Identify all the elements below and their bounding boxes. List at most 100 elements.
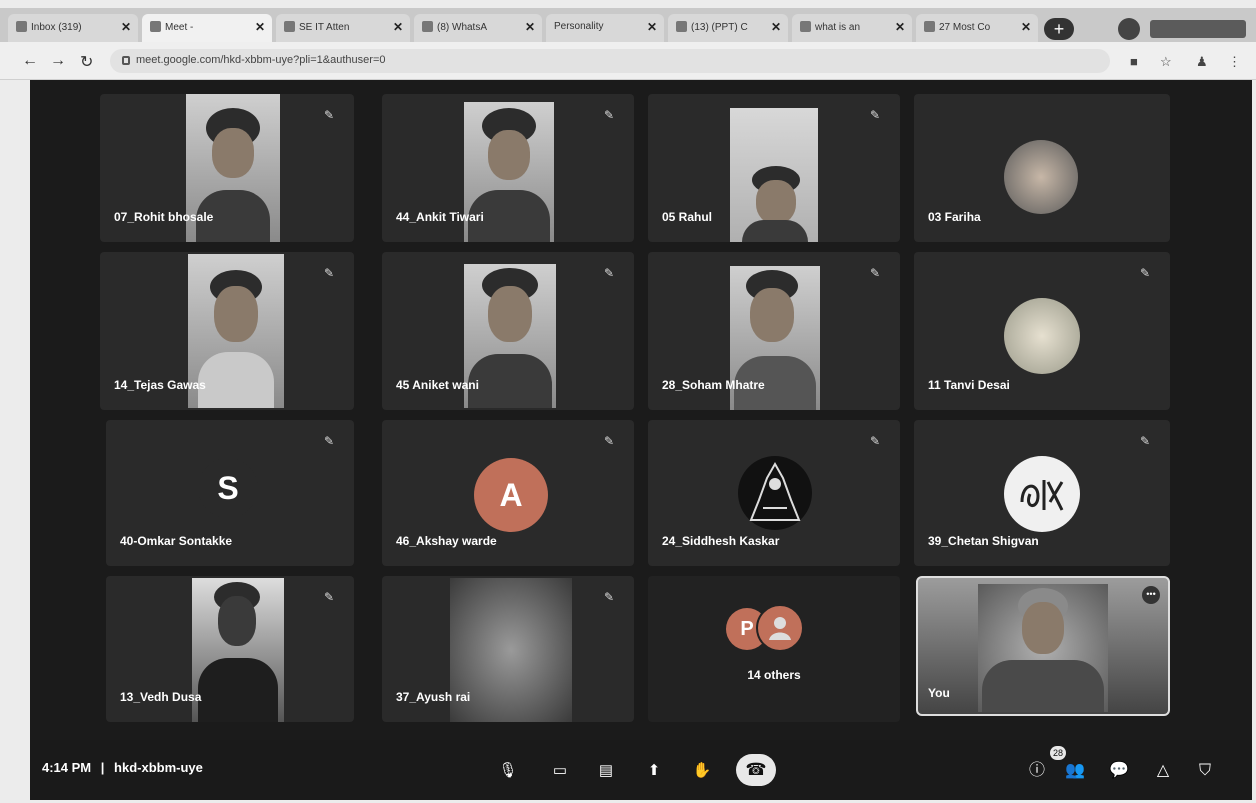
mic-off-icon: ✎ xyxy=(604,266,615,280)
logo-image xyxy=(1020,480,1064,511)
mic-off-icon: ✎ xyxy=(604,108,615,122)
tab-gmail[interactable]: Inbox (319) ✕ xyxy=(8,14,138,42)
others-label: 14 others xyxy=(747,668,801,682)
participant-video xyxy=(730,108,818,242)
participant-avatar xyxy=(738,456,812,530)
participant-name: 07_Rohit bhosale xyxy=(114,210,214,224)
forward-icon[interactable]: → xyxy=(50,52,66,70)
others-tile[interactable]: P 14 others xyxy=(648,576,900,722)
camera-icon[interactable]: ■ xyxy=(1130,54,1138,69)
tab-ppt[interactable]: (13) (PPT) C ✕ xyxy=(668,14,788,42)
close-tab-icon[interactable]: ✕ xyxy=(771,20,781,34)
activities-icon[interactable]: △ xyxy=(1150,758,1176,784)
menu-icon[interactable]: ⋮ xyxy=(1228,54,1241,70)
participant-avatar xyxy=(1004,298,1080,374)
browser-window: Inbox (319) ✕ Meet - ✕ SE IT Atten ✕ (8) Wh… xyxy=(0,0,1256,803)
participant-tile[interactable]: S ✎ 40-Omkar Sontakke xyxy=(106,420,354,566)
extension-icon[interactable]: ♟ xyxy=(1196,54,1208,70)
close-tab-icon[interactable]: ✕ xyxy=(393,20,403,34)
participant-tile[interactable]: 03 Fariha xyxy=(914,94,1170,242)
participant-name: 14_Tejas Gawas xyxy=(114,378,206,392)
reload-icon[interactable]: ↻ xyxy=(80,52,93,72)
participant-tile[interactable]: A ✎ 46_Akshay warde xyxy=(382,420,634,566)
participant-name: 03 Fariha xyxy=(928,210,981,224)
camera-button[interactable]: ▭ xyxy=(544,754,576,786)
participant-tile[interactable]: ✎ 14_Tejas Gawas xyxy=(100,252,354,410)
close-tab-icon[interactable]: ✕ xyxy=(255,20,265,34)
participant-name: 37_Ayush rai xyxy=(396,690,471,704)
person-icon xyxy=(769,617,791,640)
address-bar[interactable]: meet.google.com/hkd-xbbm-uye?pli=1&authu… xyxy=(110,49,1110,73)
chat-icon[interactable]: 💬 xyxy=(1106,758,1132,784)
time-label: 4:14 PM xyxy=(42,760,92,775)
participant-tile[interactable]: ✎ 28_Soham Mhatre xyxy=(648,252,900,410)
tab-search[interactable]: what is an ✕ xyxy=(792,14,912,42)
tab-personality[interactable]: Personality ✕ xyxy=(546,14,664,42)
profile-icon[interactable] xyxy=(1118,18,1140,40)
close-tab-icon[interactable]: ✕ xyxy=(1021,20,1031,34)
participant-tile[interactable]: ✎ 37_Ayush rai xyxy=(382,576,634,722)
participant-name: 28_Soham Mhatre xyxy=(662,378,765,392)
leave-call-button[interactable]: ☎ xyxy=(736,754,776,786)
phone-hangup-icon: ☎ xyxy=(745,760,767,779)
present-icon: ⬆ xyxy=(647,762,661,779)
participant-name: 46_Akshay warde xyxy=(396,534,497,548)
close-tab-icon[interactable]: ✕ xyxy=(647,20,657,34)
tab-whatsapp[interactable]: (8) WhatsA ✕ xyxy=(414,14,542,42)
address-bar-row: ← → ↻ meet.google.com/hkd-xbbm-uye?pli=1… xyxy=(0,42,1256,80)
mic-off-icon: ✎ xyxy=(870,108,881,122)
people-icon[interactable]: 👥 xyxy=(1062,758,1088,784)
close-tab-icon[interactable]: ✕ xyxy=(121,20,131,34)
mic-off-icon: ✎ xyxy=(1140,434,1151,448)
mic-off-icon: ✎ xyxy=(870,266,881,280)
participant-tile[interactable]: ✎ 45 Aniket wani xyxy=(382,252,634,410)
whatsapp-icon xyxy=(422,21,433,32)
info-icon[interactable]: ⓘ xyxy=(1024,758,1050,784)
meet-control-bar: 4:14 PM | hkd-xbbm-uye 🎙 ▭ ▤ ⬆ ✋ ☎ ⓘ 👥 2… xyxy=(30,740,1252,800)
participant-tile[interactable]: ✎ 13_Vedh Dusa xyxy=(106,576,354,722)
host-controls-icon[interactable]: ⛉ xyxy=(1192,758,1218,784)
raise-hand-button[interactable]: ✋ xyxy=(686,754,718,786)
new-tab-button[interactable]: + xyxy=(1044,18,1074,40)
others-avatar xyxy=(756,604,804,652)
gmail-icon xyxy=(16,21,27,32)
tab-most-common[interactable]: 27 Most Co ✕ xyxy=(916,14,1038,42)
mic-off-icon: ✎ xyxy=(324,266,335,280)
more-options-icon[interactable]: ••• xyxy=(1142,586,1160,604)
participant-name: 13_Vedh Dusa xyxy=(120,690,202,704)
participant-name: 40-Omkar Sontakke xyxy=(120,534,233,548)
close-tab-icon[interactable]: ✕ xyxy=(525,20,535,34)
present-button[interactable]: ⬆ xyxy=(638,754,670,786)
participant-tile[interactable]: ✎ 24_Siddhesh Kaskar xyxy=(648,420,900,566)
participant-tile[interactable]: ✎ 11 Tanvi Desai xyxy=(914,252,1170,410)
participant-tile[interactable]: ✎ 39_Chetan Shigvan xyxy=(914,420,1170,566)
document-icon xyxy=(676,21,687,32)
window-controls[interactable] xyxy=(1150,20,1246,38)
participant-tile[interactable]: ✎ 44_Ankit Tiwari xyxy=(382,94,634,242)
bookmark-icon xyxy=(924,21,935,32)
captions-button[interactable]: ▤ xyxy=(590,754,622,786)
deity-image xyxy=(749,461,801,521)
hand-icon: ✋ xyxy=(692,762,712,779)
participant-avatar xyxy=(1004,140,1078,214)
meet-icon xyxy=(150,21,161,32)
participant-tile[interactable]: ✎ 07_Rohit bhosale xyxy=(100,94,354,242)
participant-name: 24_Siddhesh Kaskar xyxy=(662,534,780,548)
star-icon[interactable]: ☆ xyxy=(1160,54,1172,70)
mic-off-icon: ✎ xyxy=(324,590,335,604)
video-icon: ▭ xyxy=(552,762,568,779)
meet-stage: ✎ 07_Rohit bhosale ✎ 44_Ankit Tiwari ✎ 0… xyxy=(30,80,1252,800)
participant-name: 44_Ankit Tiwari xyxy=(396,210,484,224)
back-icon[interactable]: ← xyxy=(22,52,38,70)
close-tab-icon[interactable]: ✕ xyxy=(895,20,905,34)
participant-tile[interactable]: ✎ 05 Rahul xyxy=(648,94,900,242)
self-view-tile[interactable]: ••• You xyxy=(916,576,1170,716)
mic-off-icon: ✎ xyxy=(870,434,881,448)
mic-icon: 🎙 xyxy=(498,762,518,779)
self-label: You xyxy=(928,686,950,700)
microphone-button[interactable]: 🎙 xyxy=(492,754,524,786)
meeting-info: 4:14 PM | hkd-xbbm-uye xyxy=(42,760,203,775)
meeting-code: hkd-xbbm-uye xyxy=(114,760,203,775)
tab-attendance[interactable]: SE IT Atten ✕ xyxy=(276,14,410,42)
tab-meet[interactable]: Meet - ✕ xyxy=(142,14,272,42)
